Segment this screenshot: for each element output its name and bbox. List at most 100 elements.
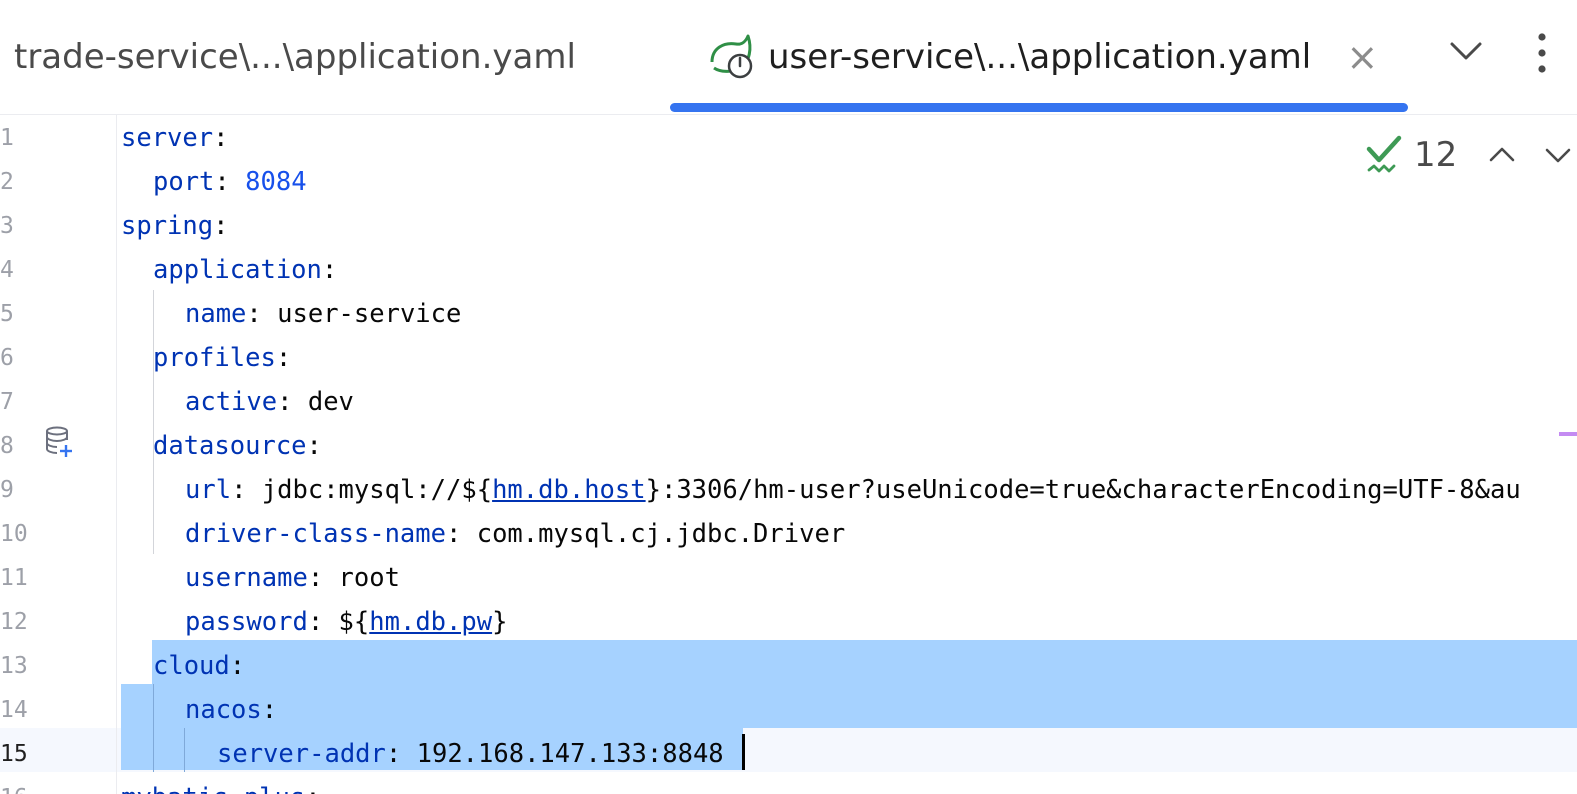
line-number: 11 [0,565,28,591]
property-reference-link[interactable]: hm.db.host [492,475,646,505]
line-number: 2 [0,169,14,195]
yaml-key: spring [121,211,214,241]
code-line-5: 5 name: user-service [0,292,1577,336]
yaml-separator: : [307,563,339,593]
chevron-down-icon[interactable] [1543,140,1573,170]
yaml-value: ${ [338,607,370,637]
code-line-15: 15 server-addr: 192.168.147.133:8848 [0,732,1577,776]
yaml-value: jdbc:mysql://${ [261,475,493,505]
code-line-2: 2 port: 8084 [0,160,1577,204]
yaml-separator: : [321,255,338,285]
code-line-16: 16 mybatis-plus: [0,776,1577,794]
yaml-separator: : [261,695,278,725]
code-text: server: [121,116,228,160]
line-number: 7 [0,389,14,415]
yaml-value: com.mysql.cj.jdbc.Driver [476,519,846,549]
code-text: mybatis-plus: [121,776,321,794]
yaml-key: url [185,475,232,505]
line-number: 10 [0,521,28,547]
code-text: profiles: [153,336,291,380]
code-text: server-addr: 192.168.147.133:8848 [217,732,724,776]
yaml-key: cloud [153,651,230,681]
yaml-separator: : [306,431,322,461]
code-text: driver-class-name: com.mysql.cj.jdbc.Dri… [185,512,845,556]
yaml-key: application [153,255,322,285]
line-number: 13 [0,653,28,679]
tab-user-service-application-yaml[interactable]: user-service\...\application.yaml × [706,0,1406,118]
close-tab-icon[interactable]: × [1345,35,1379,79]
line-number: 12 [0,609,28,635]
line-number: 5 [0,301,14,327]
inspection-count: 12 [1414,135,1458,175]
code-text: password: ${hm.db.pw} [185,600,507,644]
yaml-number-value: 8084 [245,167,307,197]
yaml-key: server-addr [217,739,386,769]
error-stripe-marker[interactable] [1559,432,1577,436]
yaml-key: password [185,607,308,637]
code-text: name: user-service [185,292,461,336]
yaml-value: } [492,607,508,637]
code-text: active: dev [185,380,354,424]
yaml-key: profiles [153,343,276,373]
code-line-9: 9 url: jdbc:mysql://${hm.db.host}:3306/h… [0,468,1577,512]
chevron-down-icon[interactable] [1444,30,1488,74]
yaml-value: 192.168.147.133:8848 [416,739,724,769]
yaml-separator: : [277,387,308,417]
yaml-value: user-service [277,299,462,329]
code-editor[interactable]: 1 server: 2 port: 8084 3 spring: 4 appli… [0,115,1577,794]
code-text: cloud: [153,644,245,688]
line-number: 8 [0,433,14,459]
code-text: spring: [121,204,228,248]
code-line-11: 11 username: root [0,556,1577,600]
yaml-separator: : [213,123,229,153]
yaml-key: datasource [153,431,307,461]
yaml-value: dev [307,387,354,417]
code-line-4: 4 application: [0,248,1577,292]
chevron-up-icon[interactable] [1487,140,1517,170]
yaml-separator: : [231,475,262,505]
yaml-separator: : [229,651,246,681]
yaml-separator: : [246,299,278,329]
yaml-value: }:3306/hm-user?useUnicode=true&character… [645,475,1521,505]
yaml-key: driver-class-name [185,519,446,549]
code-text: port: 8084 [153,160,307,204]
code-line-3: 3 spring: [0,204,1577,248]
active-tab-indicator [670,103,1408,112]
editor-tab-bar: trade-service\...\application.yaml user-… [0,0,1577,115]
yaml-key: mybatis-plus [121,783,305,794]
more-options-icon[interactable] [1527,30,1557,76]
code-text: username: root [185,556,400,600]
code-text: datasource: [153,424,322,468]
yaml-separator: : [307,607,339,637]
yaml-separator: : [214,167,246,197]
line-number: 3 [0,213,14,239]
yaml-separator: : [275,343,292,373]
code-line-7: 7 active: dev [0,380,1577,424]
yaml-separator: : [305,783,320,794]
code-line-10: 10 driver-class-name: com.mysql.cj.jdbc.… [0,512,1577,556]
line-number: 16 [0,776,40,794]
code-line-12: 12 password: ${hm.db.pw} [0,600,1577,644]
yaml-key: name [185,299,247,329]
code-line-8: 8 datasource: [0,424,1577,468]
yaml-separator: : [385,739,417,769]
code-line-14: 14 nacos: [0,688,1577,732]
tab-trade-service-application-yaml[interactable]: trade-service\...\application.yaml [14,0,614,118]
inspection-widget[interactable]: 12 [1366,134,1577,176]
code-text: application: [153,248,337,292]
yaml-key: server [121,123,214,153]
property-reference-link[interactable]: hm.db.pw [369,607,492,637]
yaml-key: port [153,167,215,197]
yaml-value: root [338,563,400,593]
tab-label: trade-service\...\application.yaml [14,37,576,77]
line-number: 1 [0,125,14,151]
yaml-key: username [185,563,308,593]
line-number: 9 [0,477,14,503]
text-caret [742,734,745,770]
tab-label: user-service\...\application.yaml [768,37,1312,77]
code-line-6: 6 profiles: [0,336,1577,380]
yaml-separator: : [213,211,229,241]
yaml-key: active [185,387,278,417]
code-line-13: 13 cloud: [0,644,1577,688]
line-number: 4 [0,257,14,283]
